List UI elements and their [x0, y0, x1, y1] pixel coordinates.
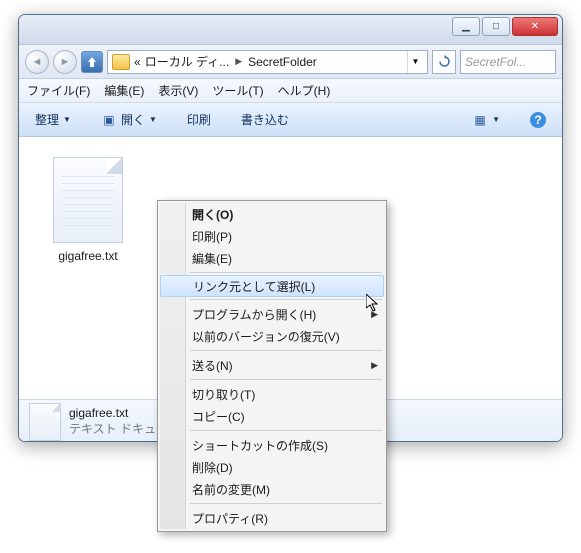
- close-button[interactable]: ✕: [512, 17, 558, 36]
- ctx-open-with[interactable]: プログラムから開く(H)▶: [160, 303, 384, 325]
- write-button[interactable]: 書き込む: [233, 108, 297, 131]
- submenu-arrow-icon: ▶: [371, 309, 378, 320]
- separator: [190, 503, 382, 504]
- chevron-right-icon: ▶: [235, 56, 242, 67]
- address-bar[interactable]: « ローカル ディ... ▶ SecretFolder ▼: [107, 50, 428, 74]
- ctx-restore[interactable]: 以前のバージョンの復元(V): [160, 325, 384, 347]
- file-name: gigafree.txt: [33, 249, 143, 263]
- nav-row: ◄ ► « ローカル ディ... ▶ SecretFolder ▼ Secret…: [19, 45, 562, 79]
- chevron-down-icon: ▼: [492, 115, 500, 124]
- text-file-icon: [29, 403, 61, 441]
- minimize-button[interactable]: ▁: [452, 17, 480, 36]
- menu-tool[interactable]: ツール(T): [212, 82, 263, 99]
- file-item[interactable]: gigafree.txt: [33, 157, 143, 263]
- help-icon: ?: [530, 112, 546, 128]
- context-menu: 開く(O) 印刷(P) 編集(E) リンク元として選択(L) プログラムから開く…: [157, 200, 387, 532]
- folder-icon: [112, 54, 130, 70]
- chevron-down-icon: ▼: [63, 115, 71, 124]
- search-input[interactable]: SecretFol...: [460, 50, 556, 74]
- toolbar: 整理 ▼ ▣ 開く ▼ 印刷 書き込む ▦ ▼ ?: [19, 103, 562, 137]
- organize-label: 整理: [35, 111, 59, 128]
- ctx-cut[interactable]: 切り取り(T): [160, 383, 384, 405]
- open-button[interactable]: ▣ 開く ▼: [93, 108, 165, 131]
- back-button[interactable]: ◄: [25, 50, 49, 74]
- organize-button[interactable]: 整理 ▼: [27, 108, 79, 131]
- separator: [190, 379, 382, 380]
- forward-button[interactable]: ►: [53, 50, 77, 74]
- ctx-print[interactable]: 印刷(P): [160, 225, 384, 247]
- menu-view[interactable]: 表示(V): [158, 82, 198, 99]
- ctx-open[interactable]: 開く(O): [160, 203, 384, 225]
- ctx-send-to[interactable]: 送る(N)▶: [160, 354, 384, 376]
- menu-bar: ファイル(F) 編集(E) 表示(V) ツール(T) ヘルプ(H): [19, 79, 562, 103]
- chevron-down-icon: ▼: [149, 115, 157, 124]
- view-icon: ▦: [472, 112, 488, 128]
- breadcrumb-prefix: «: [134, 55, 141, 69]
- up-arrow-icon: [86, 56, 98, 68]
- ctx-select-link[interactable]: リンク元として選択(L): [160, 275, 384, 297]
- print-button[interactable]: 印刷: [179, 108, 219, 131]
- separator: [190, 350, 382, 351]
- separator: [190, 299, 382, 300]
- details-type: テキスト ドキュ...: [69, 422, 166, 438]
- refresh-button[interactable]: [432, 50, 456, 74]
- text-file-icon: [53, 157, 123, 243]
- ctx-copy[interactable]: コピー(C): [160, 405, 384, 427]
- menu-edit[interactable]: 編集(E): [104, 82, 144, 99]
- breadcrumb-1[interactable]: ローカル ディ...: [145, 53, 230, 70]
- separator: [190, 430, 382, 431]
- menu-help[interactable]: ヘルプ(H): [278, 82, 331, 99]
- help-button[interactable]: ?: [522, 109, 554, 131]
- address-dropdown[interactable]: ▼: [407, 51, 423, 73]
- ctx-edit[interactable]: 編集(E): [160, 247, 384, 269]
- submenu-arrow-icon: ▶: [371, 360, 378, 371]
- titlebar: ▁ □ ✕: [19, 15, 562, 45]
- details-name: gigafree.txt: [69, 406, 166, 422]
- refresh-icon: [438, 55, 451, 68]
- ctx-rename[interactable]: 名前の変更(M): [160, 478, 384, 500]
- maximize-button[interactable]: □: [482, 17, 510, 36]
- up-button[interactable]: [81, 51, 103, 73]
- ctx-properties[interactable]: プロパティ(R): [160, 507, 384, 529]
- breadcrumb-2[interactable]: SecretFolder: [248, 55, 317, 69]
- ctx-delete[interactable]: 削除(D): [160, 456, 384, 478]
- view-mode-button[interactable]: ▦ ▼: [464, 109, 508, 131]
- open-label: 開く: [121, 111, 145, 128]
- separator: [190, 272, 382, 273]
- menu-file[interactable]: ファイル(F): [27, 82, 90, 99]
- open-icon: ▣: [101, 112, 117, 128]
- ctx-shortcut[interactable]: ショートカットの作成(S): [160, 434, 384, 456]
